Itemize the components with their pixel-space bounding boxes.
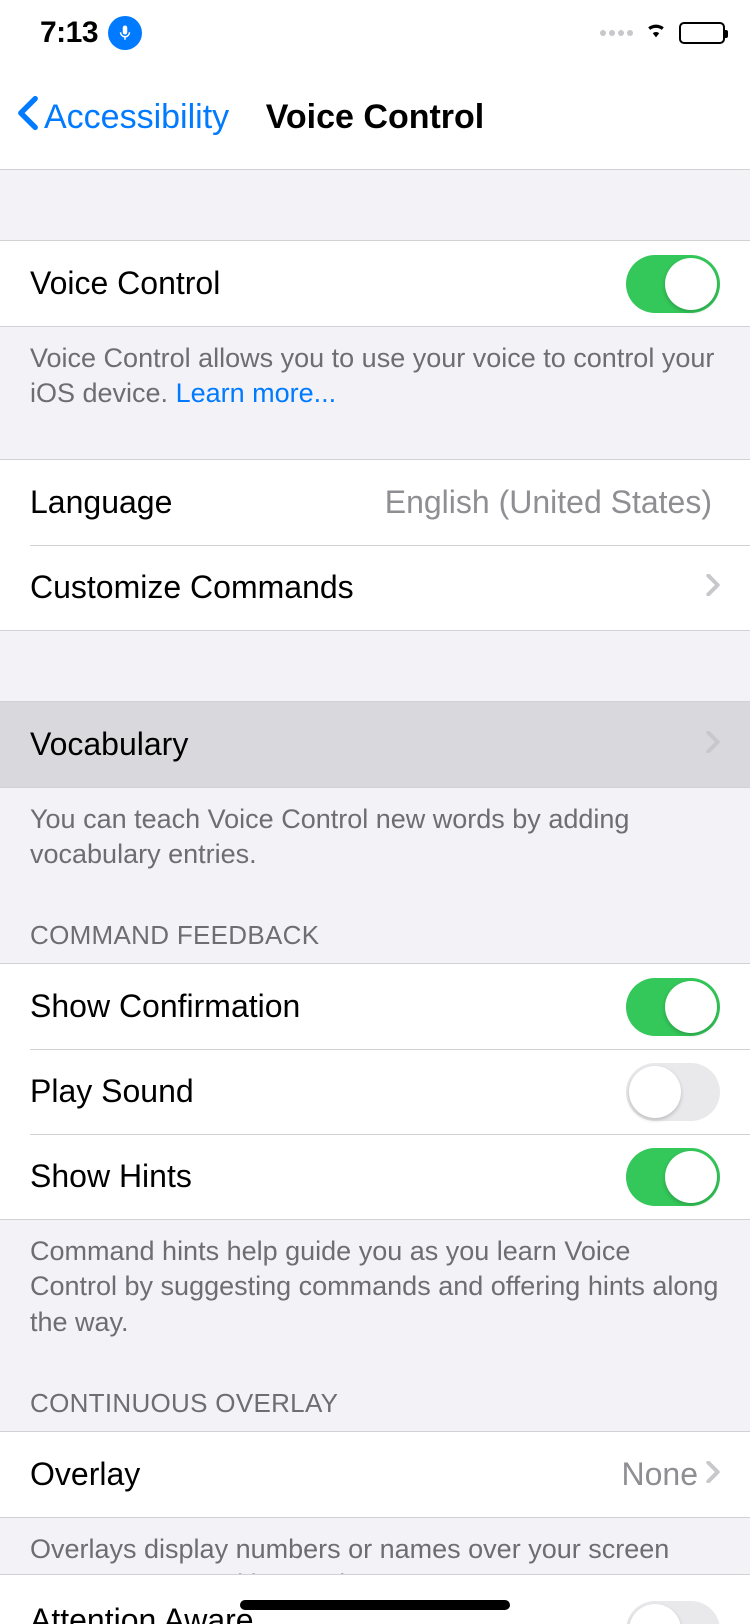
learn-more-link[interactable]: Learn more... xyxy=(176,378,337,408)
status-bar: 7:13 xyxy=(0,0,750,65)
vocabulary-row[interactable]: Vocabulary xyxy=(0,702,750,787)
attention-aware-row: Attention Aware xyxy=(0,1574,750,1624)
nav-bar: Accessibility Voice Control xyxy=(0,65,750,170)
overlay-value: None xyxy=(622,1456,699,1493)
status-time: 7:13 xyxy=(40,16,98,50)
cellular-icon xyxy=(600,30,633,36)
chevron-right-icon xyxy=(706,574,720,601)
show-hints-toggle[interactable] xyxy=(626,1148,720,1206)
language-value: English (United States) xyxy=(385,484,712,521)
voice-control-footer: Voice Control allows you to use your voi… xyxy=(0,327,750,425)
language-row[interactable]: Language English (United States) xyxy=(0,460,750,545)
play-sound-row: Play Sound xyxy=(0,1049,750,1134)
voice-control-label: Voice Control xyxy=(30,265,626,302)
wifi-icon xyxy=(642,19,670,46)
home-indicator[interactable] xyxy=(240,1600,510,1610)
command-feedback-header: COMMAND FEEDBACK xyxy=(0,920,750,963)
battery-icon xyxy=(679,22,725,44)
show-hints-label: Show Hints xyxy=(30,1158,626,1195)
back-button[interactable]: Accessibility xyxy=(16,95,229,140)
command-feedback-footer: Command hints help guide you as you lear… xyxy=(0,1220,750,1353)
chevron-right-icon xyxy=(706,1461,720,1488)
show-confirmation-label: Show Confirmation xyxy=(30,988,626,1025)
page-title: Voice Control xyxy=(266,98,485,137)
play-sound-label: Play Sound xyxy=(30,1073,626,1110)
play-sound-toggle[interactable] xyxy=(626,1063,720,1121)
chevron-right-icon xyxy=(706,731,720,758)
show-hints-row: Show Hints xyxy=(0,1134,750,1219)
continuous-overlay-header: CONTINUOUS OVERLAY xyxy=(0,1388,750,1431)
vocabulary-footer: You can teach Voice Control new words by… xyxy=(0,788,750,886)
overlay-label: Overlay xyxy=(30,1456,622,1493)
customize-commands-row[interactable]: Customize Commands xyxy=(0,545,750,630)
overlay-row[interactable]: Overlay None xyxy=(0,1432,750,1517)
show-confirmation-toggle[interactable] xyxy=(626,978,720,1036)
voice-control-toggle[interactable] xyxy=(626,255,720,313)
customize-commands-label: Customize Commands xyxy=(30,569,706,606)
attention-aware-toggle[interactable] xyxy=(626,1601,720,1624)
language-label: Language xyxy=(30,484,385,521)
microphone-icon xyxy=(108,16,142,50)
voice-control-row: Voice Control xyxy=(0,241,750,326)
chevron-left-icon xyxy=(16,95,40,140)
vocabulary-label: Vocabulary xyxy=(30,726,706,763)
back-label: Accessibility xyxy=(44,98,229,137)
show-confirmation-row: Show Confirmation xyxy=(0,964,750,1049)
